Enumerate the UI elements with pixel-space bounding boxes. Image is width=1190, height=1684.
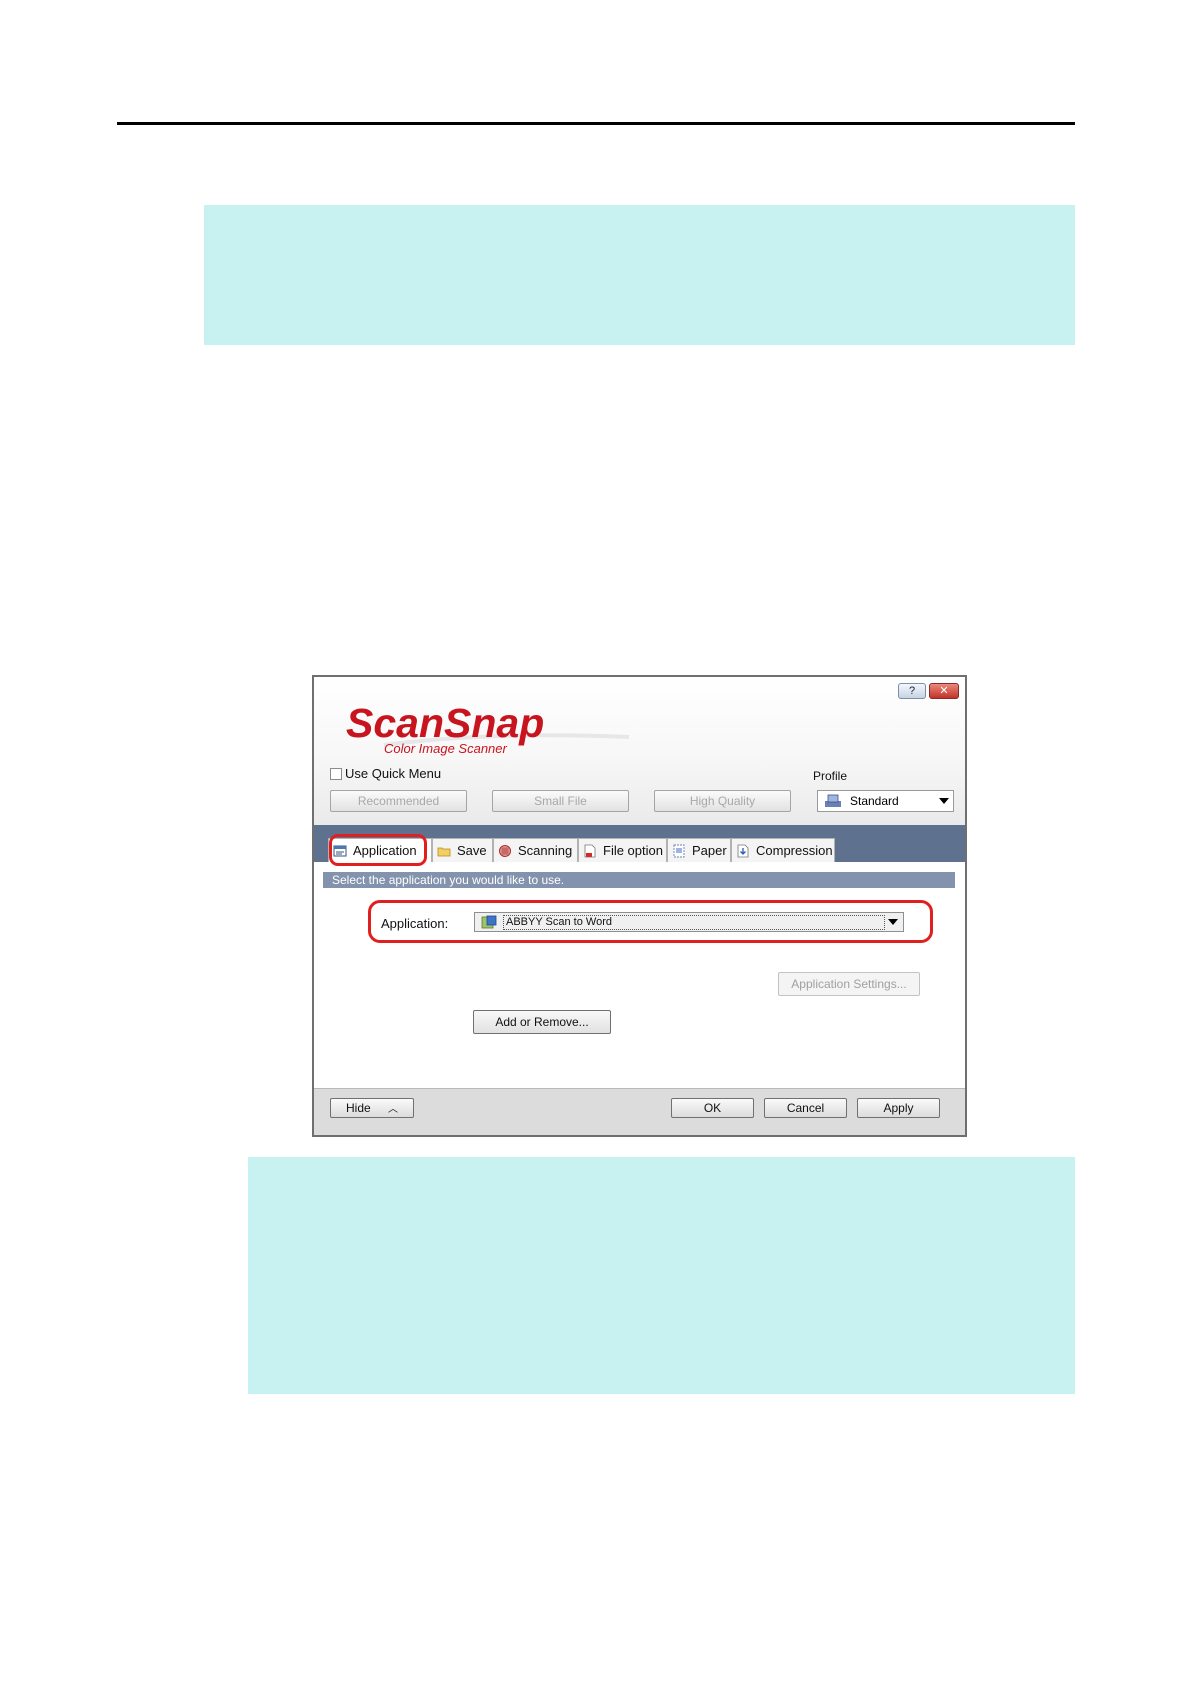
scanning-icon [499,844,511,857]
apply-button[interactable]: Apply [857,1098,940,1118]
tab-paper[interactable]: Paper [667,838,731,862]
dialog-footer: Hide ︿ OK Cancel Apply [314,1088,965,1135]
header-rule [117,122,1075,125]
recommended-button[interactable]: Recommended [330,790,467,812]
compression-icon [737,844,749,857]
add-or-remove-button[interactable]: Add or Remove... [473,1010,611,1034]
profile-select[interactable]: Standard [817,790,954,812]
profile-label: Profile [813,769,848,783]
folder-icon [437,847,451,856]
chevron-down-icon [939,798,949,804]
hide-label: Hide [345,1101,371,1115]
hide-button[interactable]: Hide ︿ [330,1098,414,1118]
paper-icon [673,844,685,857]
application-settings-button[interactable]: Application Settings... [778,972,920,996]
logo-brand: ScanSnap [346,700,544,746]
close-icon: ✕ [939,685,949,697]
tab-save-label: Save [457,843,487,858]
help-button[interactable]: ? [898,683,926,699]
tab-file-option-label: File option [603,843,663,858]
highlight-ring-application-tab [329,834,427,866]
note-box-bottom [248,1157,1075,1394]
note-box-top [204,205,1075,345]
tab-scanning[interactable]: Scanning [493,838,578,862]
profile-value: Standard [850,794,899,808]
dialog-header: ? ✕ ScanSnap Color Image Scanner Use Qui… [314,677,965,825]
panel-info-bar: Select the application you would like to… [323,872,955,888]
file-option-icon [584,844,596,857]
chevron-up-icon: ︿ [388,1104,399,1115]
tab-scanning-label: Scanning [518,843,573,858]
cancel-button[interactable]: Cancel [764,1098,847,1118]
use-quick-menu[interactable]: Use Quick Menu [330,766,441,781]
close-button[interactable]: ✕ [929,683,959,699]
scansnap-logo: ScanSnap Color Image Scanner [346,700,630,756]
tab-file-option[interactable]: File option [578,838,667,862]
scanner-icon [825,794,841,807]
highlight-ring-application-select [368,900,933,943]
tab-save[interactable]: Save [432,838,493,862]
tab-compression-label: Compression [756,843,833,858]
high-quality-button[interactable]: High Quality [654,790,791,812]
small-file-button[interactable]: Small File [492,790,629,812]
tab-compression[interactable]: Compression [731,838,835,862]
quick-menu-label: Use Quick Menu [345,766,442,781]
logo-tagline: Color Image Scanner [384,741,508,756]
tab-paper-label: Paper [692,843,727,858]
quick-menu-checkbox[interactable] [330,767,342,780]
scansnap-settings-dialog: ? ✕ ScanSnap Color Image Scanner Use Qui… [312,675,967,1137]
ok-button[interactable]: OK [671,1098,754,1118]
help-icon: ? [908,685,916,697]
application-panel: Select the application you would like to… [314,862,965,1088]
